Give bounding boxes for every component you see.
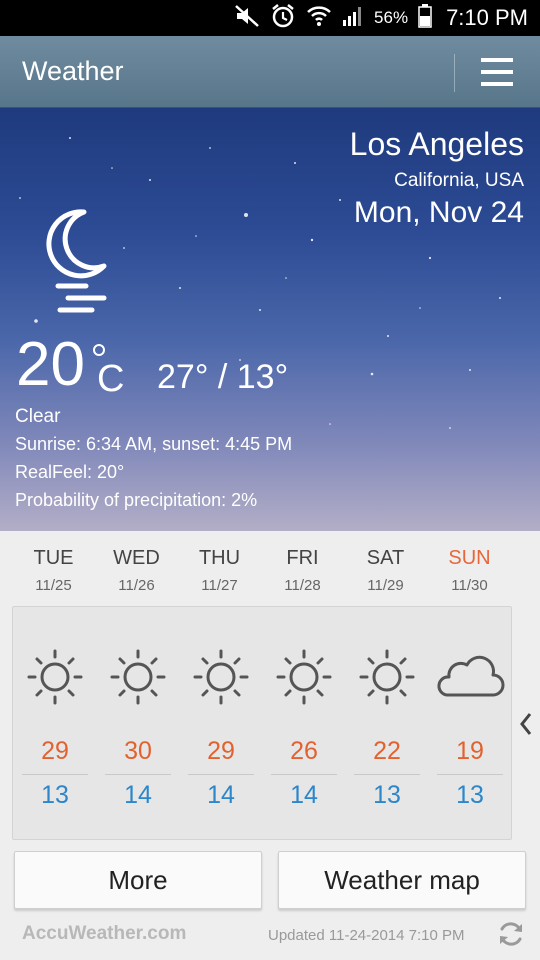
temp-divider <box>188 774 254 775</box>
temp-divider <box>354 774 420 775</box>
signal-icon <box>342 5 364 32</box>
low-temp: 14 <box>290 781 318 809</box>
current-temperature: 20 <box>16 330 85 399</box>
sunny-icon <box>25 647 85 712</box>
day-name: FRI <box>286 547 319 569</box>
day-date: 11/30 <box>451 577 488 594</box>
status-bar: 56% 7:10 PM <box>0 0 540 36</box>
low-temp: 14 <box>207 781 235 809</box>
app-title: Weather <box>22 56 124 86</box>
low-temp: 13 <box>41 781 69 809</box>
high-temp: 29 <box>207 737 235 765</box>
temp-divider <box>22 774 88 775</box>
app-bar-divider <box>454 54 455 92</box>
condition-text: Clear <box>15 406 61 427</box>
low-temp: 13 <box>373 781 401 809</box>
temp-divider <box>271 774 337 775</box>
day-date: 11/29 <box>367 577 404 594</box>
high-temp: 29 <box>41 737 69 765</box>
mute-icon <box>234 4 260 33</box>
current-date: Mon, Nov 24 <box>353 196 524 229</box>
clear-night-moon-icon <box>38 208 118 323</box>
region-name: California, USA <box>394 170 524 191</box>
forecast-panel[interactable]: 29 30 29 26 22 19 13 14 14 14 13 13 <box>12 606 512 840</box>
precipitation-probability: Probability of precipitation: 2% <box>15 490 258 510</box>
chevron-left-icon[interactable] <box>518 711 534 742</box>
cloudy-icon <box>433 651 505 706</box>
high-temp: 19 <box>456 737 484 765</box>
day-date: 11/28 <box>284 577 321 594</box>
sunny-icon <box>108 647 168 712</box>
hamburger-menu-icon[interactable] <box>478 56 516 90</box>
accuweather-logo[interactable]: AccuWeather.com <box>22 923 186 945</box>
high-temp: 22 <box>373 737 401 765</box>
day-name: TUE <box>33 547 74 569</box>
low-temp: 13 <box>456 781 484 809</box>
forecast-section: TUE WED THU FRI SAT SUN 11/25 11/26 11/2… <box>0 531 540 960</box>
sunny-icon <box>191 647 251 712</box>
more-button[interactable]: More <box>14 851 262 909</box>
battery-percent: 56% <box>374 8 409 27</box>
day-date: 11/25 <box>35 577 72 594</box>
day-name: SUN <box>448 547 491 569</box>
high-low-temperature: 27° / 13° <box>157 358 289 396</box>
sunny-icon <box>357 647 417 712</box>
city-name: Los Angeles <box>349 126 524 162</box>
day-name: SAT <box>366 547 405 569</box>
alarm-icon <box>270 3 296 34</box>
low-temp: 14 <box>124 781 152 809</box>
sunny-icon <box>274 647 334 712</box>
wifi-icon <box>306 4 332 33</box>
day-name: THU <box>198 547 241 569</box>
battery-icon <box>418 3 432 33</box>
realfeel: RealFeel: 20° <box>15 462 125 482</box>
temperature-unit: C <box>97 358 125 400</box>
current-conditions-panel: Los Angeles California, USA Mon, Nov 24 … <box>0 108 540 531</box>
refresh-icon[interactable] <box>496 919 526 954</box>
high-temp: 26 <box>290 737 318 765</box>
day-date: 11/27 <box>201 577 238 594</box>
day-name: WED <box>113 547 160 569</box>
high-temp: 30 <box>124 737 152 765</box>
degree-symbol <box>93 344 105 356</box>
temp-divider <box>105 774 171 775</box>
day-date: 11/26 <box>118 577 155 594</box>
status-time: 7:10 PM <box>446 5 528 30</box>
app-bar: Weather <box>0 36 540 108</box>
updated-timestamp: Updated 11-24-2014 7:10 PM <box>268 927 465 944</box>
sunrise-sunset: Sunrise: 6:34 AM, sunset: 4:45 PM <box>15 434 293 454</box>
temp-divider <box>437 774 503 775</box>
weather-map-button[interactable]: Weather map <box>278 851 526 909</box>
